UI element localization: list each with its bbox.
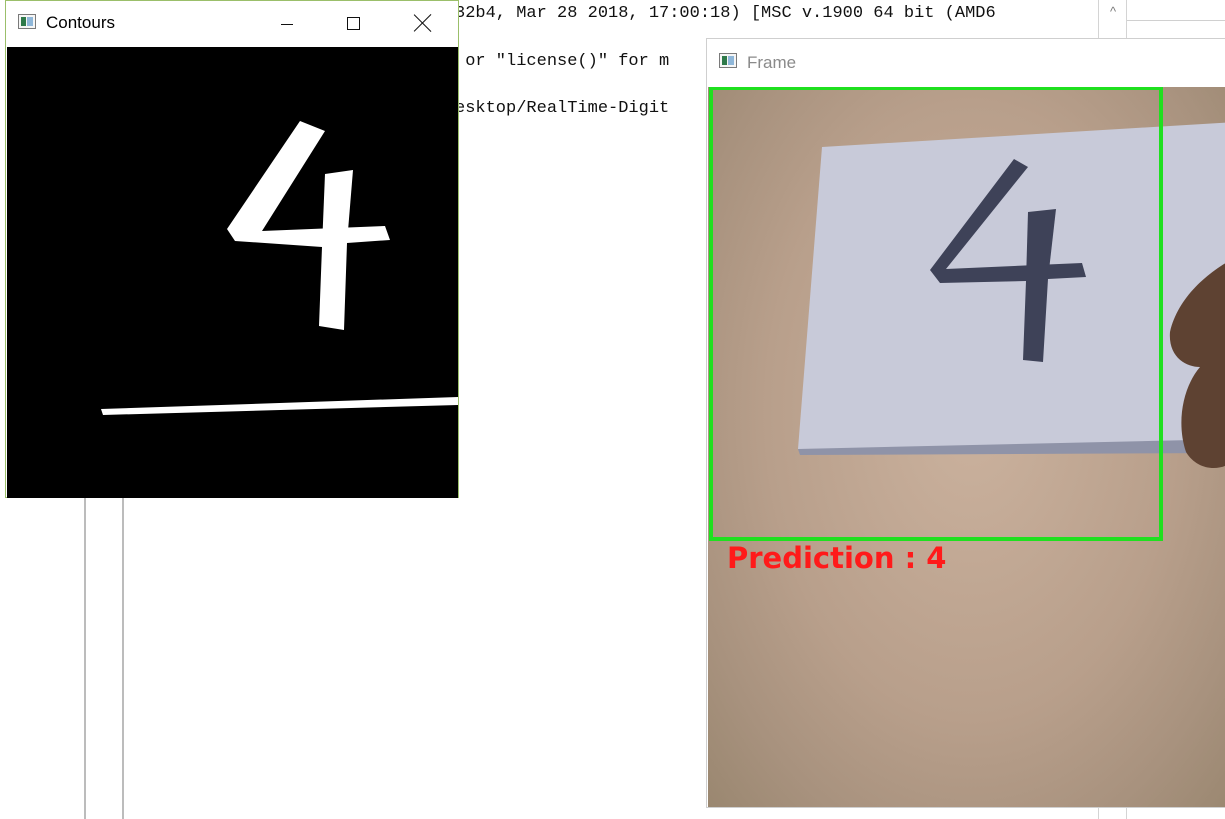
- title-bar[interactable]: Frame: [707, 39, 1225, 83]
- console-line-2: or "license()" for m: [455, 52, 670, 71]
- gutter-line: [122, 495, 124, 819]
- digit-stroke: [227, 121, 390, 330]
- divider: [1127, 20, 1225, 21]
- webcam-frame: Prediction : 4: [708, 86, 1225, 807]
- window-title: Contours: [46, 13, 115, 32]
- prediction-label: Prediction : 4: [727, 541, 947, 575]
- contours-image: [7, 47, 458, 498]
- minimize-icon: [281, 23, 293, 25]
- frame-window[interactable]: Frame Prediction : 4: [706, 38, 1225, 808]
- close-icon: [414, 14, 432, 32]
- thresholded-digit-image: [101, 121, 458, 415]
- webcam-image: [709, 86, 1225, 541]
- minimize-button[interactable]: [264, 1, 310, 45]
- gutter-line: [84, 495, 86, 819]
- maximize-button[interactable]: [330, 1, 376, 45]
- close-button[interactable]: [400, 1, 446, 45]
- contours-window[interactable]: Contours: [5, 0, 459, 498]
- paper-edge-stroke: [101, 397, 458, 415]
- maximize-icon: [346, 16, 360, 30]
- console-line-1: 32b4, Mar 28 2018, 17:00:18) [MSC v.1900…: [455, 4, 996, 23]
- window-title: Frame: [747, 53, 797, 72]
- scroll-up-arrow-icon[interactable]: ^: [1099, 4, 1127, 19]
- app-icon: [18, 14, 36, 29]
- title-bar[interactable]: Contours: [6, 1, 458, 45]
- console-line-3: esktop/RealTime-Digit: [455, 99, 670, 118]
- app-icon: [719, 53, 737, 68]
